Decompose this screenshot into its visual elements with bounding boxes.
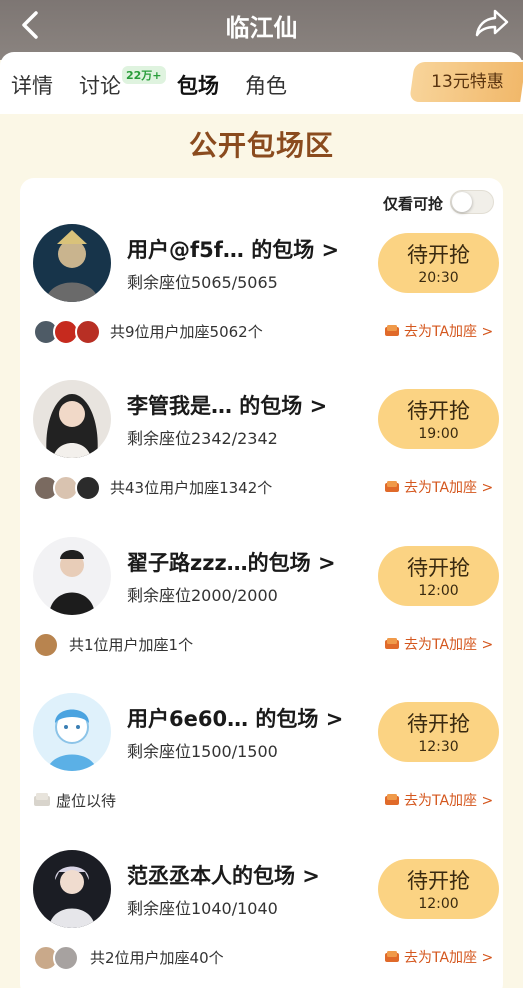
toggle-knob	[452, 192, 472, 212]
avatar[interactable]	[33, 693, 111, 771]
seat-icon	[385, 794, 399, 805]
screening-host-name[interactable]: 翟子路zzz…的包场 >	[127, 547, 336, 577]
add-seat-label: 去为TA加座 >	[404, 793, 494, 809]
seat-icon	[385, 481, 399, 492]
seat-icon	[385, 638, 399, 649]
grab-button[interactable]: 待开抢 20:30	[378, 233, 499, 293]
filter-label: 仅看可抢	[383, 195, 444, 213]
avatar[interactable]	[33, 850, 111, 928]
joined-summary: 共43位用户加座1342个	[110, 479, 273, 497]
remaining-seats: 剩余座位1040/1040	[127, 899, 278, 918]
promo-button[interactable]: 13元特惠	[409, 62, 523, 102]
mini-avatar	[53, 945, 79, 971]
mini-avatar	[75, 475, 101, 501]
screening-entry[interactable]: 翟子路zzz…的包场 > 剩余座位2000/2000 待开抢 12:00 共1位…	[0, 537, 523, 693]
joined-summary: 共1位用户加座1个	[69, 636, 194, 654]
add-seat-link[interactable]: 去为TA加座 >	[384, 321, 493, 341]
screening-host-name[interactable]: 用户6e60… 的包场 >	[127, 703, 343, 733]
grab-button[interactable]: 待开抢 12:30	[378, 702, 499, 762]
grab-time: 19:00	[418, 426, 459, 442]
discussion-count-badge: 22万+	[122, 66, 166, 84]
joined-summary: 共9位用户加座5062个	[110, 323, 263, 341]
top-bar: 临江仙	[0, 0, 523, 60]
grab-label: 待开抢	[407, 399, 470, 423]
avatar[interactable]	[33, 380, 111, 458]
tab-characters[interactable]: 角色	[245, 70, 287, 100]
add-seat-label: 去为TA加座 >	[404, 324, 494, 340]
add-seat-link[interactable]: 去为TA加座 >	[384, 634, 493, 654]
grab-label: 待开抢	[407, 712, 470, 736]
remaining-seats: 剩余座位5065/5065	[127, 273, 278, 292]
add-seat-label: 去为TA加座 >	[404, 480, 494, 496]
grab-button[interactable]: 待开抢 19:00	[378, 389, 499, 449]
add-seat-link[interactable]: 去为TA加座 >	[384, 947, 493, 967]
seat-icon	[385, 325, 399, 336]
grab-time: 12:30	[418, 739, 459, 755]
remaining-seats: 剩余座位2000/2000	[127, 586, 278, 605]
page-title: 临江仙	[225, 14, 298, 42]
grab-button[interactable]: 待开抢 12:00	[378, 859, 499, 919]
add-seat-link[interactable]: 去为TA加座 >	[384, 477, 493, 497]
joined-summary: 虚位以待	[56, 792, 117, 810]
remaining-seats: 剩余座位1500/1500	[127, 742, 278, 761]
screening-entry[interactable]: 李管我是… 的包场 > 剩余座位2342/2342 待开抢 19:00 共43位…	[0, 380, 523, 536]
avatar[interactable]	[33, 537, 111, 615]
screening-entry[interactable]: 用户@f5f… 的包场 > 剩余座位5065/5065 待开抢 20:30 共9…	[0, 224, 523, 380]
filter-toggle[interactable]	[450, 190, 494, 214]
seat-icon	[385, 951, 399, 962]
mini-avatar	[75, 319, 101, 345]
grab-label: 待开抢	[407, 556, 470, 580]
tab-screening[interactable]: 包场	[177, 70, 219, 100]
screening-entry[interactable]: 范丞丞本人的包场 > 剩余座位1040/1040 待开抢 12:00 共2位用户…	[0, 850, 523, 988]
screening-host-name[interactable]: 李管我是… 的包场 >	[127, 390, 327, 420]
screening-host-name[interactable]: 范丞丞本人的包场 >	[127, 860, 320, 890]
grab-label: 待开抢	[407, 869, 470, 893]
screening-host-name[interactable]: 用户@f5f… 的包场 >	[127, 234, 339, 264]
promo-label: 13元特惠	[431, 72, 504, 92]
add-seat-label: 去为TA加座 >	[404, 637, 494, 653]
share-icon[interactable]	[475, 8, 509, 38]
tab-details[interactable]: 详情	[11, 70, 53, 100]
screening-entry[interactable]: 用户6e60… 的包场 > 剩余座位1500/1500 待开抢 12:30 虚位…	[0, 693, 523, 849]
remaining-seats: 剩余座位2342/2342	[127, 429, 278, 448]
grab-time: 12:00	[418, 896, 459, 912]
joined-summary: 共2位用户加座40个	[90, 949, 224, 967]
empty-seat-icon	[34, 793, 50, 806]
add-seat-link[interactable]: 去为TA加座 >	[384, 790, 493, 810]
grab-label: 待开抢	[407, 243, 470, 267]
add-seat-label: 去为TA加座 >	[404, 950, 494, 966]
grab-time: 20:30	[418, 270, 459, 286]
tab-discussion[interactable]: 讨论	[79, 70, 121, 100]
mini-avatar	[33, 632, 59, 658]
grab-button[interactable]: 待开抢 12:00	[378, 546, 499, 606]
section-title: 公开包场区	[188, 129, 334, 162]
grab-time: 12:00	[418, 583, 459, 599]
avatar[interactable]	[33, 224, 111, 302]
